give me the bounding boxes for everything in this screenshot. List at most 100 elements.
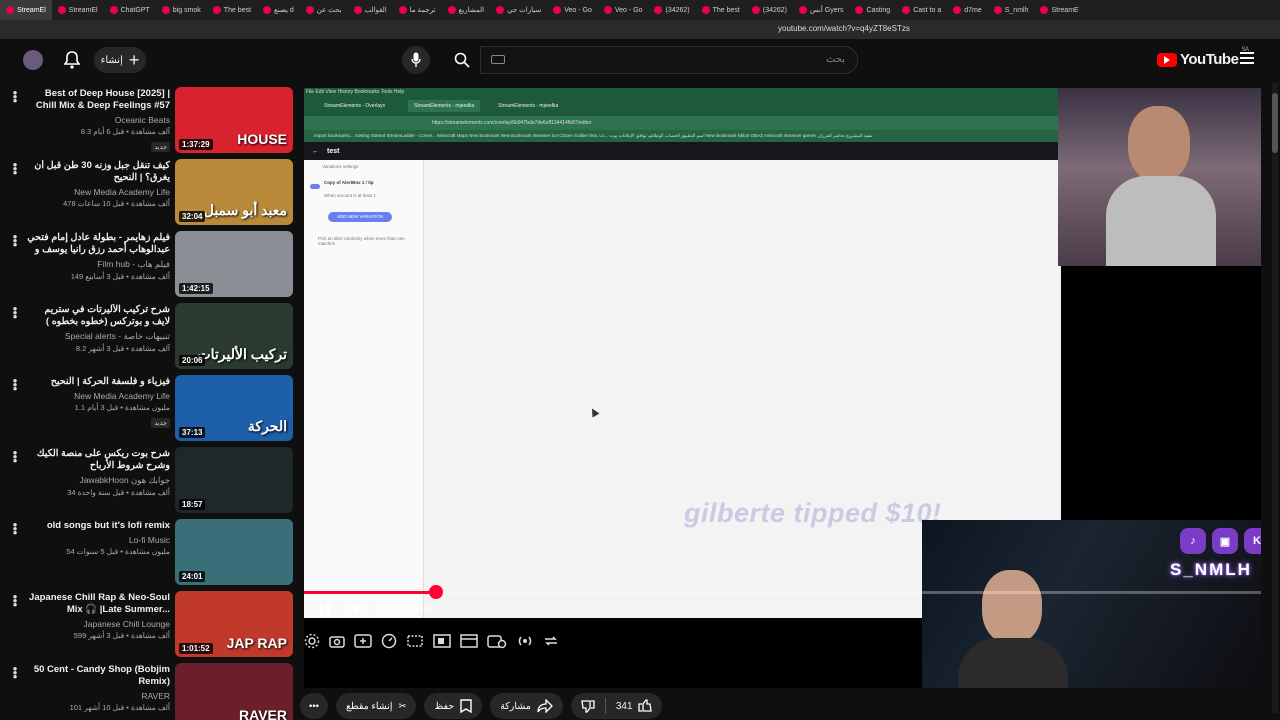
settings-icon[interactable] <box>304 633 320 649</box>
more-vertical-icon[interactable]: • • • <box>12 230 18 251</box>
create-button[interactable]: إنشاء + <box>94 47 146 73</box>
youtube-logo[interactable]: YouTube SA <box>1157 47 1249 68</box>
more-vertical-icon[interactable]: • • • <box>12 590 18 611</box>
video-title[interactable]: شرح تركيب الأليرتات في ستريم لايف و بوتر… <box>24 304 170 328</box>
channel-name[interactable]: New Media Academy Life <box>24 391 170 401</box>
broadcast-icon[interactable] <box>516 633 534 649</box>
channel-name[interactable]: New Media Academy Life <box>24 187 170 197</box>
recommended-video[interactable]: • • • فيزياء و فلسفة الحركة | النحيح New Med… <box>0 374 300 447</box>
video-title[interactable]: كيف تنقل جبل وزنه 30 طن قبل أن يغرق؟ | ا… <box>24 160 170 184</box>
browser-tab[interactable]: أنس Gyers <box>793 0 849 20</box>
browser-tab[interactable]: بحث عن <box>300 0 348 20</box>
loop-box-icon[interactable] <box>406 633 424 649</box>
dislike-button[interactable] <box>571 699 605 713</box>
recommended-video[interactable]: • • • Japanese Chill Rap & Neo-Soul Mix 🎧 |… <box>0 590 300 663</box>
browser-tab[interactable]: القوالب <box>348 0 393 20</box>
channel-name[interactable]: Film hub - فيلم هاب <box>24 259 170 270</box>
video-thumbnail[interactable]: تركيب الأليرتات 20:06 <box>175 303 293 369</box>
browser-tab[interactable]: (34262) <box>746 0 793 20</box>
recommended-video[interactable]: • • • old songs but it's lofi remix Lo-fi Mu… <box>0 518 300 591</box>
keyboard-icon[interactable] <box>491 55 505 64</box>
recommended-video[interactable]: • • • شرح تركيب الأليرتات في ستريم لايف و ب… <box>0 302 300 375</box>
hamburger-menu-icon[interactable] <box>1240 52 1254 64</box>
channel-name[interactable]: Japanese Chill Lounge <box>24 619 170 629</box>
film-icon[interactable] <box>460 633 478 649</box>
browser-tab[interactable]: StreamEl <box>0 0 52 20</box>
recommended-video[interactable]: • • • شرح بوت ريكس على منصة الكيك وشرح شروط… <box>0 446 300 519</box>
browser-tab[interactable]: (34262) <box>648 0 695 20</box>
browser-tab[interactable]: المشاريع <box>442 0 491 20</box>
like-button[interactable]: 341 <box>606 699 662 713</box>
video-thumbnail[interactable]: JAP RAP 1:01:52 <box>175 591 293 657</box>
video-thumbnail[interactable]: RAVER <box>175 663 293 720</box>
video-title[interactable]: شرح بوت ريكس على منصة الكيك وشرح شروط ال… <box>24 448 170 472</box>
browser-tab[interactable]: StreamE <box>1034 0 1084 20</box>
video-thumbnail[interactable]: الحركة 37:13 <box>175 375 293 441</box>
video-title[interactable]: Japanese Chill Rap & Neo-Soul Mix 🎧 |Lat… <box>24 592 170 616</box>
voice-search-button[interactable] <box>402 46 430 74</box>
more-actions-button[interactable]: ••• <box>300 693 328 719</box>
channel-name[interactable]: RAVER <box>24 691 170 701</box>
recommended-video[interactable]: • • • كيف تنقل جبل وزنه 30 طن قبل أن يغرق؟ … <box>0 158 300 231</box>
channel-name[interactable]: Lo-fi Music <box>24 535 170 545</box>
more-vertical-icon[interactable]: • • • <box>12 518 18 539</box>
camera-icon[interactable] <box>329 633 345 649</box>
share-button[interactable]: مشاركة <box>490 693 563 719</box>
repeat-icon[interactable] <box>543 633 559 649</box>
video-thumbnail[interactable]: 18:57 <box>175 447 293 513</box>
search-button[interactable] <box>447 46 477 74</box>
more-vertical-icon[interactable]: • • • <box>12 87 18 107</box>
save-button[interactable]: حفظ <box>424 693 483 719</box>
video-title[interactable]: old songs but it's lofi remix <box>24 520 170 532</box>
volume-icon[interactable] <box>350 602 364 616</box>
channel-name[interactable]: JawabkHoon جوابك هون <box>24 475 170 486</box>
page-scrollbar[interactable] <box>1272 83 1278 713</box>
recommended-video[interactable]: • • • فيلم زهايمر - بطولة عادل إمام فتحي عب… <box>0 230 300 303</box>
video-player[interactable]: File Edit View History Bookmarks Tools H… <box>304 88 1261 688</box>
browser-tab[interactable]: Casting <box>849 0 896 20</box>
browser-tab[interactable]: Cast to a <box>896 0 947 20</box>
notifications-button[interactable] <box>56 44 88 76</box>
video-title[interactable]: فيزياء و فلسفة الحركة | النحيح <box>24 376 170 388</box>
recommended-video[interactable]: • • • Best of Deep House [2025] | Chill Mix… <box>0 87 300 159</box>
browser-tab[interactable]: ChatGPT <box>104 0 156 20</box>
more-vertical-icon[interactable]: • • • <box>12 662 18 683</box>
channel-name[interactable]: Special alerts - تنبيهات خاصة <box>24 331 170 342</box>
speed-icon[interactable] <box>381 633 397 649</box>
browser-tab[interactable]: S_nmlh <box>988 0 1035 20</box>
avatar[interactable] <box>17 44 49 76</box>
more-vertical-icon[interactable]: • • • <box>12 302 18 323</box>
video-thumbnail[interactable]: معبد أبو سمبل 32:04 <box>175 159 293 225</box>
browser-tab[interactable]: d7me <box>947 0 988 20</box>
video-thumbnail[interactable]: 24:01 <box>175 519 293 585</box>
crop-icon[interactable] <box>433 633 451 649</box>
video-title[interactable]: فيلم زهايمر - بطولة عادل إمام فتحي عبدال… <box>24 232 170 256</box>
clip-button[interactable]: إنشاء مقطع ✂ <box>336 693 417 719</box>
browser-tab[interactable]: StreamEl <box>52 0 104 20</box>
video-thumbnail[interactable]: HOUSE 1:37:29 <box>175 87 293 153</box>
video-thumbnail[interactable]: 1:42:15 <box>175 231 293 297</box>
more-vertical-icon[interactable]: • • • <box>12 374 18 395</box>
progress-bar[interactable] <box>304 591 1261 594</box>
browser-tab[interactable]: big smok <box>156 0 207 20</box>
browser-tab[interactable]: Veo - Go <box>547 0 598 20</box>
add-box-icon[interactable] <box>354 633 372 649</box>
channel-name[interactable]: Oceanic Beats <box>24 115 170 125</box>
tab-label: القوالب <box>364 7 387 14</box>
browser-tab[interactable]: يصنع d <box>257 0 300 20</box>
browser-tab[interactable]: ترجمة ما <box>393 0 442 20</box>
pause-icon[interactable] <box>318 602 332 616</box>
browser-tab[interactable]: The best <box>207 0 257 20</box>
recommended-video[interactable]: • • • 50 Cent - Candy Shop (Bobjim Remix) RA… <box>0 662 300 720</box>
video-title[interactable]: 50 Cent - Candy Shop (Bobjim Remix) <box>24 664 170 688</box>
search-input[interactable]: بحث <box>480 46 858 74</box>
more-vertical-icon[interactable]: • • • <box>12 446 18 467</box>
browser-tab[interactable]: سيارات جي <box>490 0 547 20</box>
browser-tab[interactable]: The best <box>696 0 746 20</box>
video-title[interactable]: Best of Deep House [2025] | Chill Mix & … <box>24 88 170 112</box>
browser-tab[interactable]: Veo - Go <box>598 0 649 20</box>
more-vertical-icon[interactable]: • • • <box>12 158 18 179</box>
url-text[interactable]: youtube.com/watch?v=q4yZT8eSTzs <box>778 24 910 33</box>
progress-scrubber[interactable] <box>429 585 444 599</box>
camera-settings-icon[interactable] <box>487 633 507 649</box>
